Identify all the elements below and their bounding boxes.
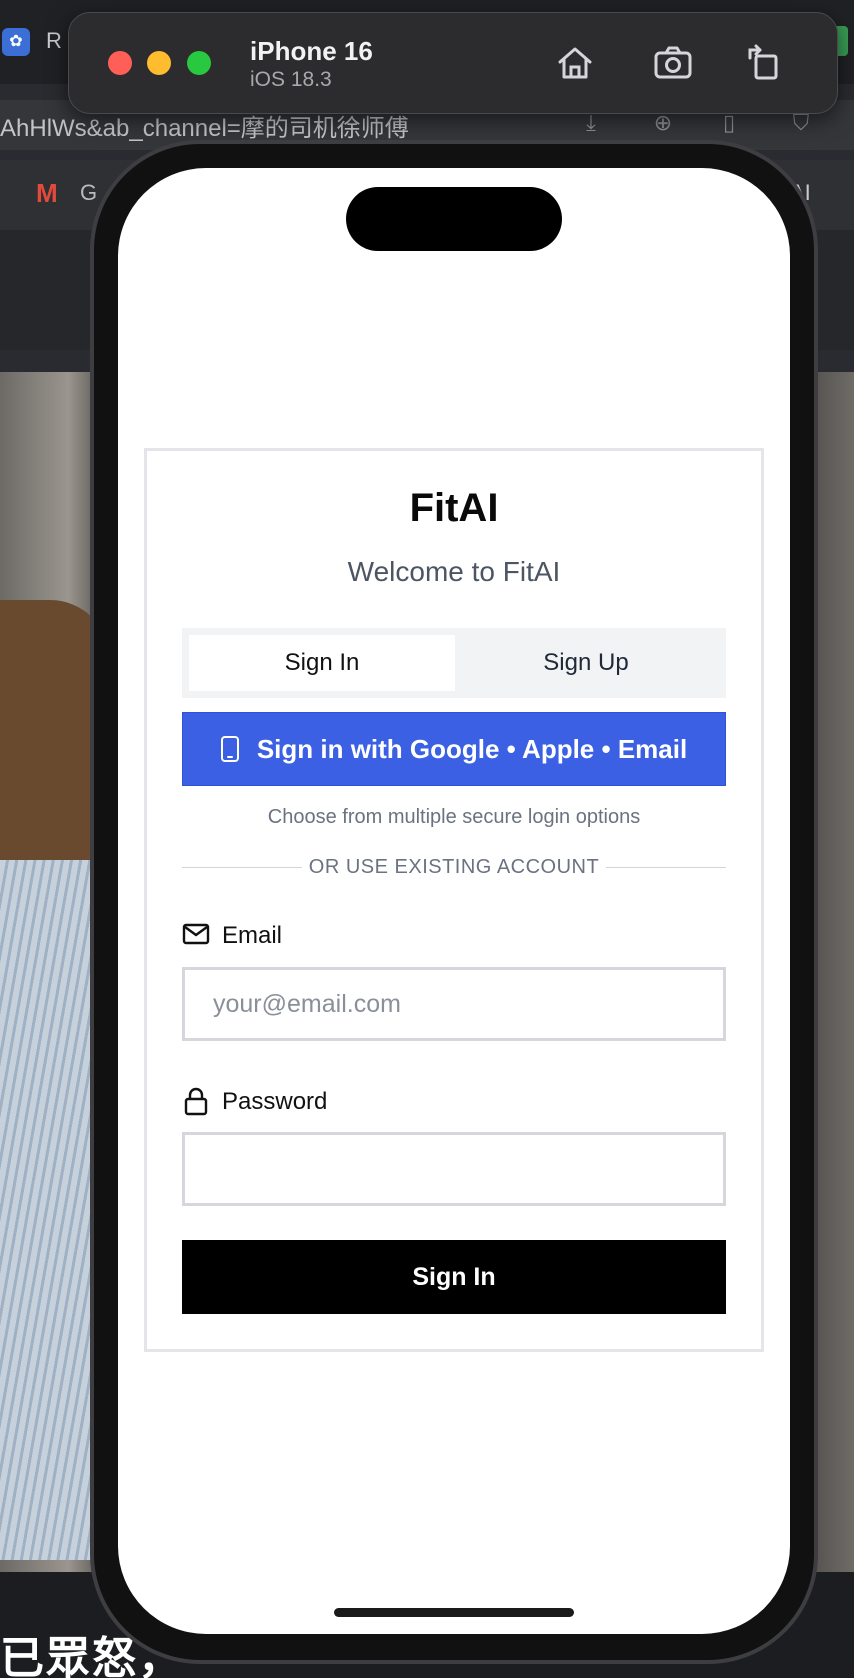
home-icon[interactable]	[552, 40, 598, 86]
divider-line-left	[182, 867, 302, 868]
background-install-icon: ⤓	[586, 110, 596, 135]
oauth-button-label: Sign in with Google • Apple • Email	[256, 733, 688, 764]
home-indicator	[334, 1608, 574, 1617]
minimize-window-button[interactable]	[147, 51, 171, 75]
email-field[interactable]	[182, 967, 726, 1041]
oauth-sign-in-button[interactable]: Sign in with Google • Apple • Email	[182, 712, 726, 786]
password-field[interactable]	[182, 1132, 726, 1206]
background-zoom-icon: ⊕	[653, 110, 673, 135]
oauth-hint: Choose from multiple secure login option…	[267, 806, 641, 828]
background-bookmark-g: G	[80, 180, 98, 205]
background-tab-favicon: ✿	[2, 28, 30, 56]
simulator-device-name: iPhone 16	[250, 36, 373, 66]
simulator-title-bar	[68, 12, 838, 114]
mail-icon	[182, 922, 210, 951]
password-label: Password	[222, 1088, 328, 1115]
simulator-os-version: iOS 18.3	[250, 68, 332, 91]
auth-tabs: Sign In Sign Up	[182, 628, 726, 698]
background-shield-icon: ⛉	[792, 110, 810, 135]
screenshot-icon[interactable]	[650, 40, 696, 86]
lock-icon	[182, 1086, 210, 1121]
background-tab-title: R	[46, 28, 62, 53]
close-window-button[interactable]	[108, 51, 132, 75]
zoom-window-button[interactable]	[187, 51, 211, 75]
app-title: FitAI	[409, 486, 499, 530]
tab-sign-up[interactable]: Sign Up	[453, 635, 719, 691]
divider-text: OR USE EXISTING ACCOUNT	[308, 856, 600, 878]
email-label: Email	[222, 922, 283, 949]
smartphone-icon	[220, 736, 239, 762]
gmail-icon: M	[36, 178, 58, 208]
dynamic-island	[346, 187, 562, 251]
app-subtitle: Welcome to FitAI	[347, 556, 561, 587]
tab-sign-in[interactable]: Sign In	[189, 635, 455, 691]
background-extension-icon: ▯	[722, 110, 736, 135]
rotate-icon[interactable]	[742, 40, 788, 86]
divider-line-right	[606, 867, 726, 868]
sign-in-button[interactable]: Sign In	[182, 1240, 726, 1314]
